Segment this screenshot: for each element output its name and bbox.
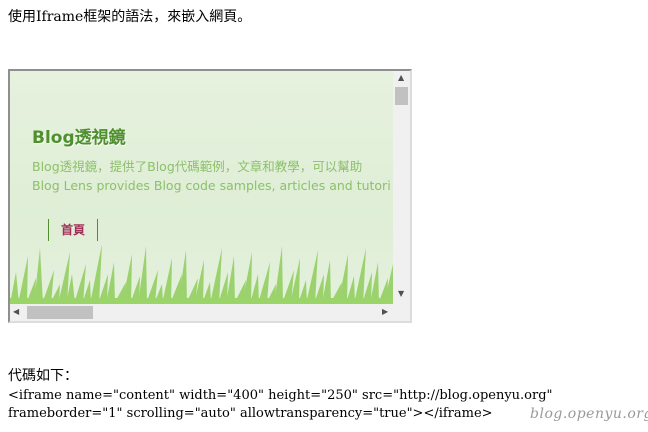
grass-decoration (10, 244, 393, 304)
scroll-left-icon[interactable]: ◀ (13, 308, 19, 316)
watermark: blog.openyu.org (530, 406, 648, 422)
vertical-scroll-thumb[interactable] (395, 87, 408, 105)
embedded-description-zh: Blog透視鏡，提供了Blog代碼範例，文章和教學，可以幫助 (32, 159, 363, 174)
code-label: 代碼如下： (8, 368, 78, 384)
scroll-right-icon[interactable]: ▶ (382, 308, 388, 316)
code-line-1: <iframe name="content" width="400" heigh… (8, 388, 553, 403)
embedded-blog-title[interactable]: Blog透視鏡 (32, 123, 126, 148)
embedded-nav: 首頁 (48, 219, 99, 241)
scroll-up-icon[interactable]: ▲ (398, 74, 404, 82)
embedded-iframe[interactable]: Blog透視鏡 Blog透視鏡，提供了Blog代碼範例，文章和教學，可以幫助 B… (8, 69, 412, 323)
scroll-down-icon[interactable]: ▼ (398, 290, 404, 298)
horizontal-scroll-thumb[interactable] (27, 306, 93, 319)
intro-text: 使用Iframe框架的語法，來嵌入網頁。 (8, 9, 252, 25)
scrollbar-corner (393, 304, 410, 321)
embedded-description-en: Blog Lens provides Blog code samples, ar… (32, 178, 391, 193)
vertical-scrollbar[interactable]: ▲ ▼ (393, 71, 410, 304)
iframe-viewport: Blog透視鏡 Blog透視鏡，提供了Blog代碼範例，文章和教學，可以幫助 B… (10, 71, 393, 304)
horizontal-scrollbar[interactable]: ◀ ▶ (10, 304, 393, 321)
nav-item-home[interactable]: 首頁 (61, 219, 85, 241)
code-line-2: frameborder="1" scrolling="auto" allowtr… (8, 406, 493, 421)
